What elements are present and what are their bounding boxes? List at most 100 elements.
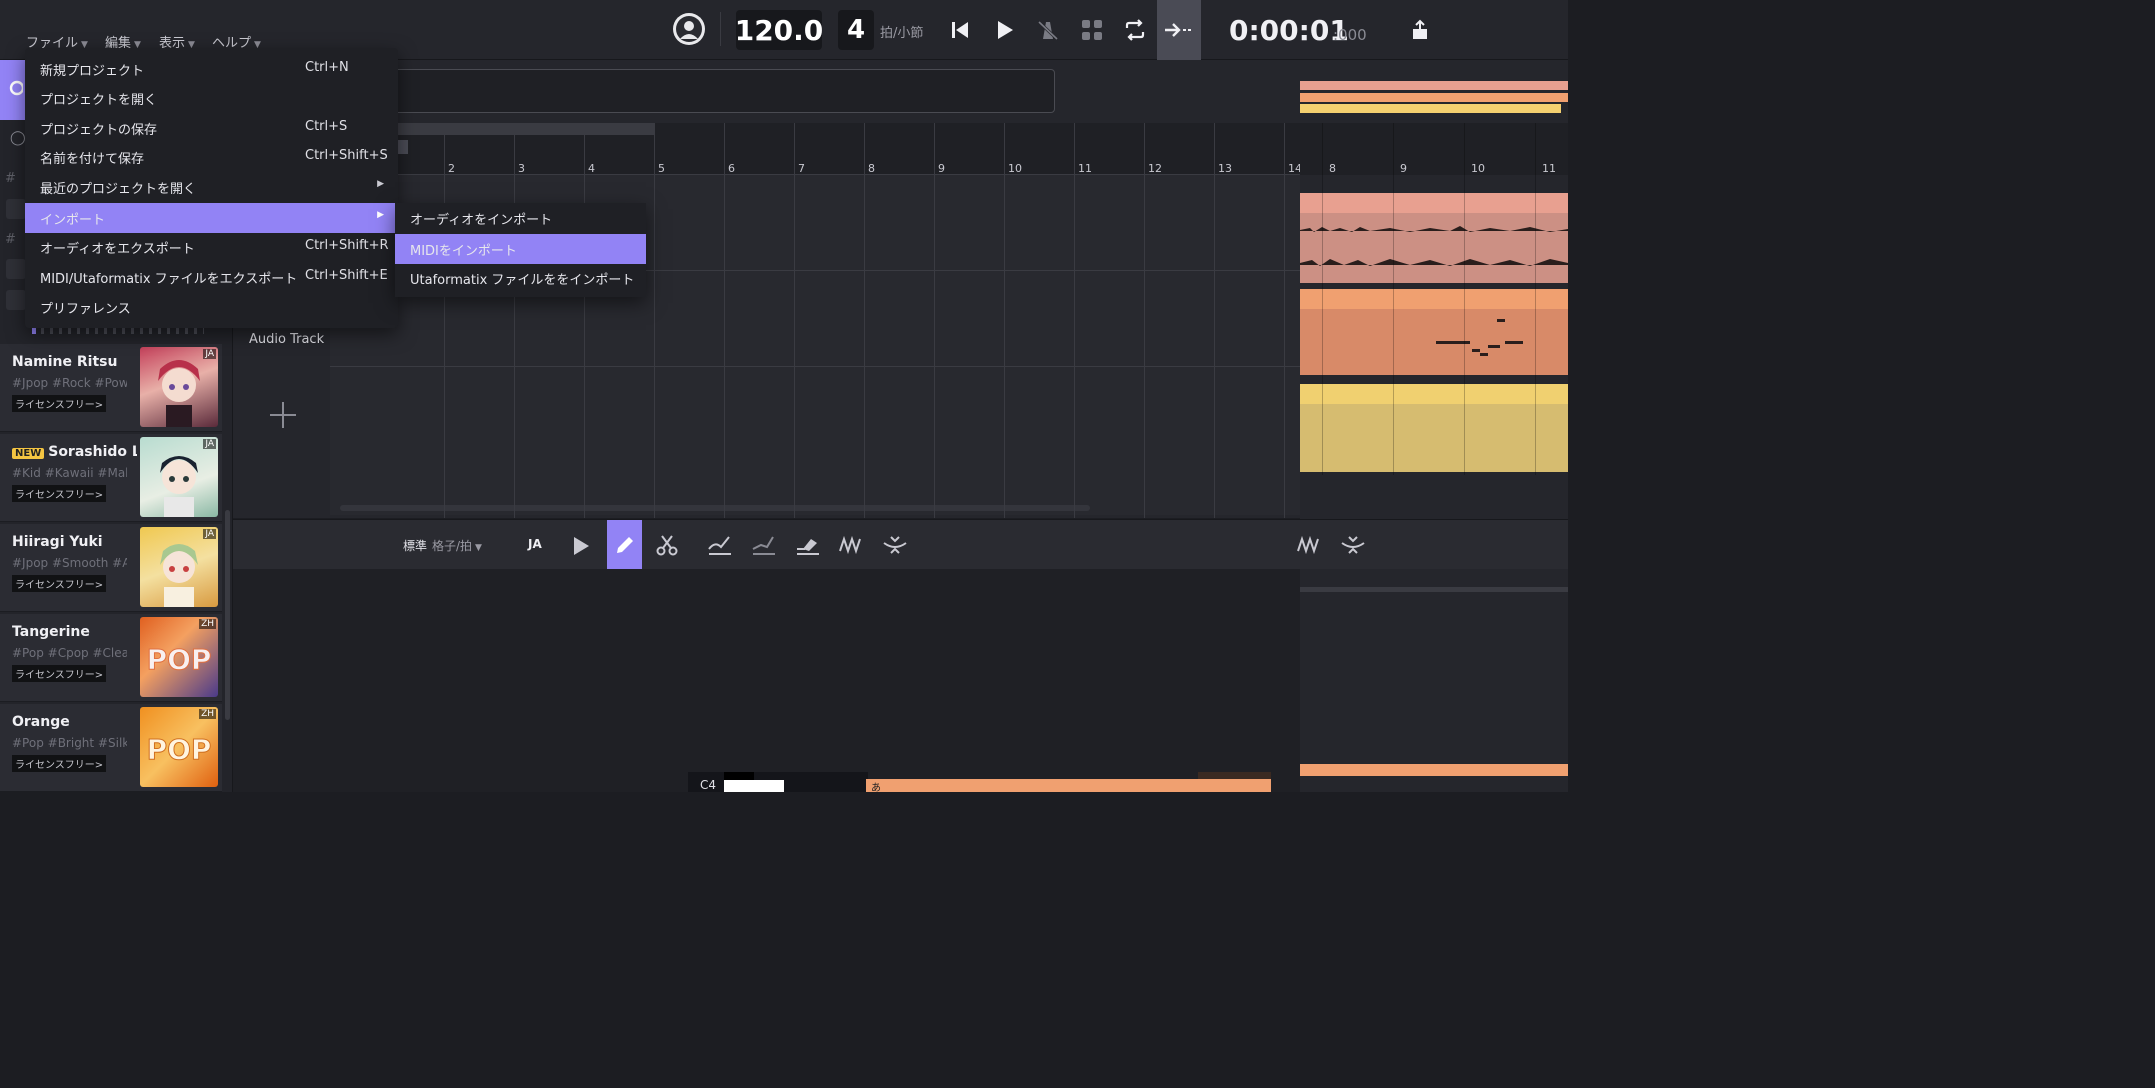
- pitch-smooth-icon[interactable]: [882, 533, 908, 557]
- snap-grid-icon[interactable]: [1076, 14, 1108, 46]
- tag-filter-heading: #: [5, 171, 16, 186]
- beats-field[interactable]: 4: [838, 10, 874, 50]
- white-key[interactable]: [724, 780, 784, 792]
- vibrato-icon[interactable]: [838, 533, 864, 557]
- midi-note: [1480, 353, 1488, 356]
- pitch-eraser-icon[interactable]: [795, 533, 821, 557]
- right-scroll-strip: [1300, 587, 1568, 592]
- midi-note: [1472, 349, 1480, 352]
- yellow-clip-header[interactable]: [1300, 384, 1568, 404]
- select-tool-icon[interactable]: [569, 534, 593, 558]
- note-block[interactable]: あ: [866, 779, 1271, 792]
- mode-label[interactable]: 標準: [403, 537, 427, 554]
- menu-item-recent-projects[interactable]: 最近のプロジェクトを開く ▶: [25, 172, 398, 201]
- license-badge[interactable]: ライセンスフリー>: [12, 575, 107, 592]
- menu-item-new-project[interactable]: 新規プロジェクト Ctrl+N: [25, 54, 398, 83]
- submenu-item-import-midi[interactable]: MIDIをインポート: [395, 234, 646, 264]
- pager-active-dot: [32, 328, 36, 334]
- clip-overview-panel: 8 9 10 11: [1300, 60, 1568, 792]
- follow-playhead-button[interactable]: [1157, 0, 1201, 60]
- metronome-avatar-icon[interactable]: [673, 13, 705, 45]
- add-track-icon[interactable]: [268, 400, 298, 430]
- horizontal-scrollbar[interactable]: [340, 505, 1090, 511]
- scrollbar-thumb[interactable]: [225, 510, 230, 720]
- menu-item-export-midi[interactable]: MIDI/Utaformatix ファイルをエクスポート Ctrl+Shift+…: [25, 262, 398, 291]
- language-select[interactable]: JA: [528, 537, 542, 551]
- license-badge[interactable]: ライセンスフリー>: [12, 755, 107, 772]
- svg-text:POP: POP: [147, 733, 212, 766]
- note-strip: [1300, 764, 1568, 776]
- search-bar[interactable]: [392, 69, 1055, 113]
- menu-item-save-project[interactable]: プロジェクトの保存 Ctrl+S: [25, 113, 398, 142]
- bar-gridline: [1004, 123, 1005, 518]
- yellow-clip-body[interactable]: [1300, 404, 1568, 472]
- time-ms-display: :000: [1333, 26, 1367, 44]
- menu-item-open-project[interactable]: プロジェクトを開く: [25, 83, 398, 112]
- piano-roll[interactable]: [233, 569, 1300, 792]
- menu-item-save-as[interactable]: 名前を付けて保存 Ctrl+Shift+S: [25, 142, 398, 171]
- voice-card[interactable]: NEWSorashido Le #Kid #Kawaii #Male ライセンス…: [0, 434, 222, 522]
- menu-item-label: 新規プロジェクト: [40, 64, 145, 79]
- pitch-smooth-icon-right[interactable]: [1340, 533, 1366, 557]
- menu-item-label: プロジェクトを開く: [40, 93, 158, 108]
- license-badge[interactable]: ライセンスフリー>: [12, 665, 107, 682]
- submenu-item-label: オーディオをインポート: [410, 213, 553, 228]
- submenu-item-label: Utaformatix ファイルををインポート: [410, 273, 635, 288]
- pitch-line-icon[interactable]: [751, 533, 777, 557]
- bar-gridline: [514, 123, 515, 518]
- voice-card[interactable]: Orange #Pop #Bright #Silky ライセンスフリー> POP…: [0, 704, 222, 792]
- audio-track-label[interactable]: Audio Track: [249, 332, 324, 347]
- voice-avatar: POP ZH: [140, 617, 218, 697]
- menu-item-label: MIDI/Utaformatix ファイルをエクスポート: [40, 272, 298, 287]
- voice-card[interactable]: Namine Ritsu #Jpop #Rock #Powe ライセンスフリー>…: [0, 344, 222, 432]
- category-filter-heading: #: [5, 232, 16, 247]
- language-badge: ZH: [199, 709, 216, 719]
- submenu-item-import-utaformatix[interactable]: Utaformatix ファイルををインポート: [395, 263, 646, 293]
- submenu-arrow-icon: ▶: [377, 210, 384, 220]
- midi-note: [1497, 319, 1505, 322]
- voice-card[interactable]: Hiiragi Yuki #Jpop #Smooth #AC ライセンスフリー>…: [0, 524, 222, 612]
- voice-tags: #Pop #Cpop #Clear: [12, 646, 127, 660]
- vibrato-icon-right[interactable]: [1296, 533, 1322, 557]
- menu-item-preferences[interactable]: プリファレンス: [25, 292, 398, 321]
- midi-clip-header[interactable]: [1300, 289, 1568, 309]
- clip-strip-orange: [1300, 93, 1568, 102]
- audio-clip-waveform[interactable]: [1300, 213, 1568, 283]
- license-badge[interactable]: ライセンスフリー>: [12, 485, 107, 502]
- bar-gridline: [934, 123, 935, 518]
- metronome-off-icon[interactable]: [1032, 14, 1064, 46]
- menu-item-import[interactable]: インポート ▶: [25, 203, 398, 233]
- bar-gridline: [1464, 123, 1465, 475]
- tag-chip[interactable]: [6, 259, 26, 279]
- loop-icon[interactable]: [1119, 14, 1151, 46]
- license-badge[interactable]: ライセンスフリー>: [12, 395, 107, 412]
- scissors-icon[interactable]: [655, 533, 679, 557]
- midi-clip-body[interactable]: [1300, 309, 1568, 375]
- pager-dots[interactable]: [32, 328, 204, 334]
- voice-name-row: NEWSorashido Le: [12, 444, 137, 460]
- bar-gridline: [1074, 123, 1075, 518]
- tag-chip[interactable]: [6, 290, 26, 310]
- bar-number: 3: [518, 162, 525, 175]
- menu-item-label: インポート: [40, 213, 106, 228]
- submenu-item-import-audio[interactable]: オーディオをインポート: [395, 203, 646, 233]
- grid-select[interactable]: 格子/拍 ▼: [432, 537, 482, 554]
- tag-chip[interactable]: [6, 199, 26, 219]
- export-share-icon[interactable]: [1404, 14, 1436, 46]
- voice-name: Tangerine: [12, 624, 90, 640]
- black-key[interactable]: [724, 772, 754, 780]
- voice-card[interactable]: Tangerine #Pop #Cpop #Clear ライセンスフリー> PO…: [0, 614, 222, 702]
- bar-number: 5: [658, 162, 665, 175]
- piano-keys[interactable]: C4: [688, 772, 868, 792]
- tempo-field[interactable]: 120.0: [735, 10, 823, 50]
- pitch-draw-icon[interactable]: [707, 533, 733, 557]
- audio-clip-header[interactable]: [1300, 193, 1568, 213]
- voice-name: Sorashido Le: [48, 444, 137, 460]
- search-tab-icon[interactable]: [0, 60, 26, 120]
- voice-avatar: POP ZH: [140, 707, 218, 787]
- search-icon[interactable]: ◯: [10, 130, 26, 146]
- menu-item-export-audio[interactable]: オーディオをエクスポート Ctrl+Shift+R: [25, 232, 398, 261]
- play-icon[interactable]: [989, 14, 1021, 46]
- rewind-icon[interactable]: [944, 14, 976, 46]
- pencil-tool-button[interactable]: [607, 520, 642, 570]
